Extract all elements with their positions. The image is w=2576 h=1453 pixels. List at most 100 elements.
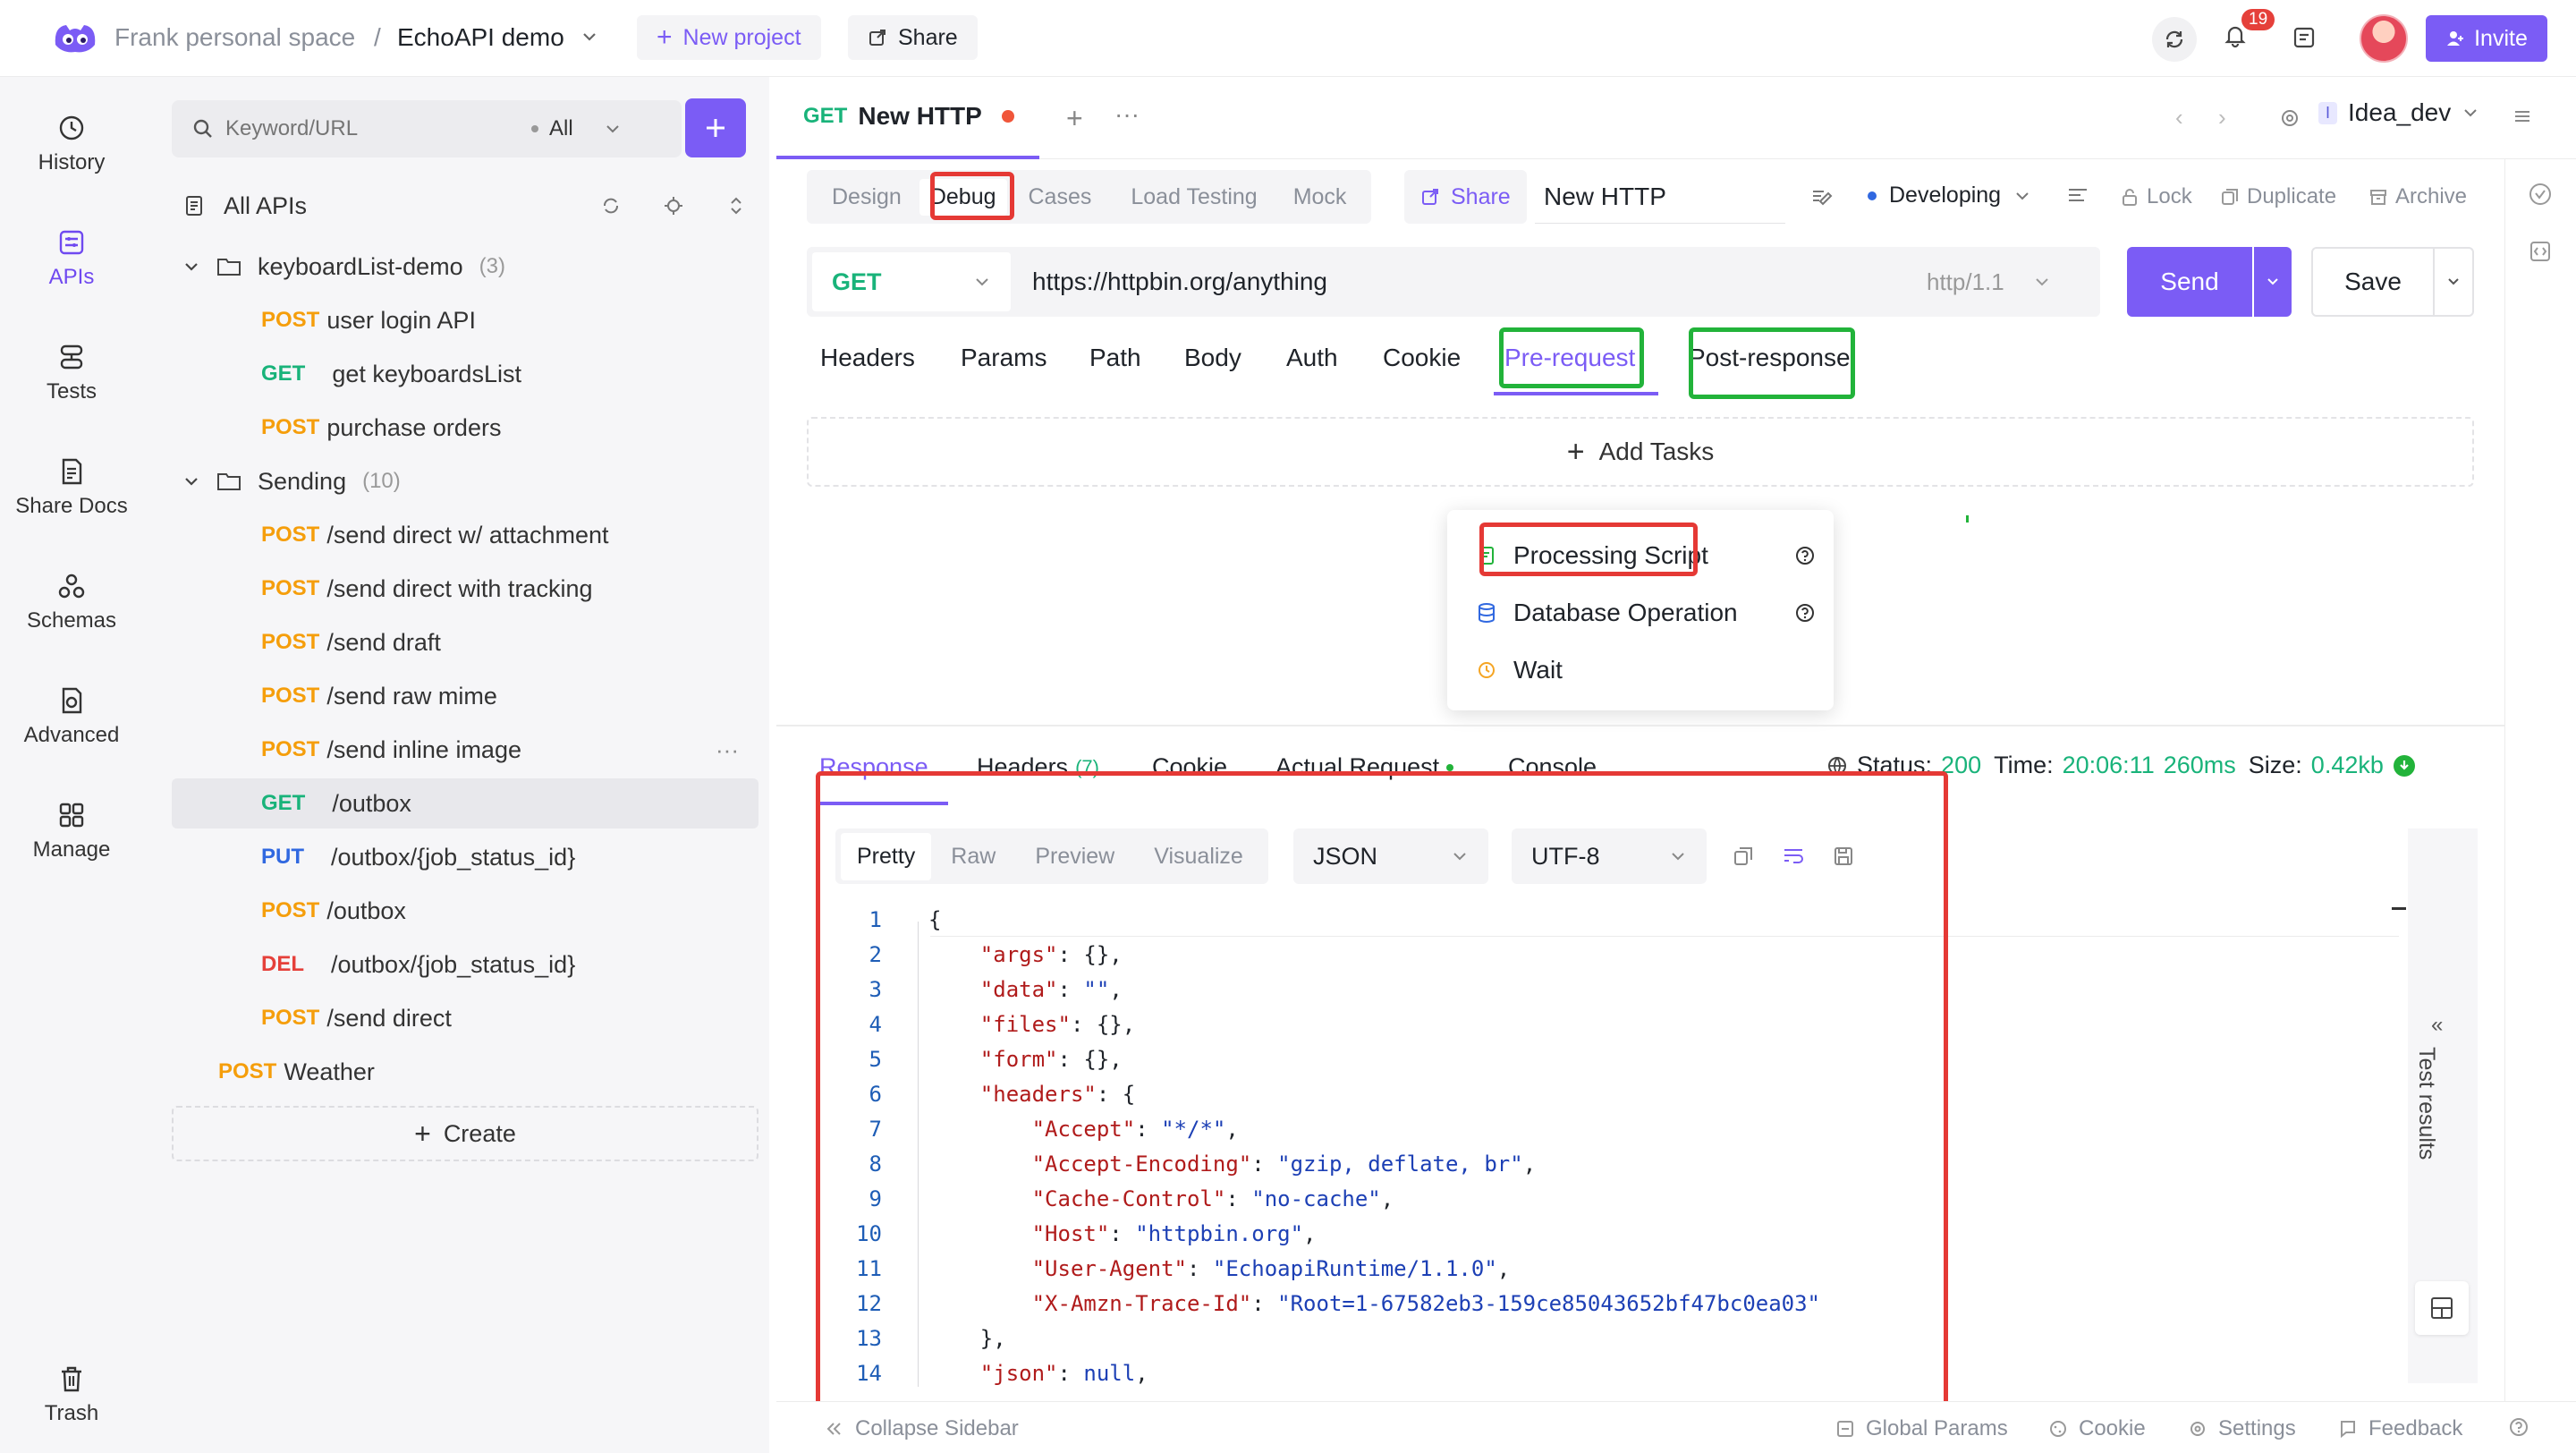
api-item[interactable]: POST/outbox [172,886,758,936]
folder-row[interactable]: Sending (10) [172,456,758,506]
environment-select[interactable]: I Idea_dev [2318,98,2479,127]
more-icon[interactable]: ··· [716,736,739,764]
chevron-down-icon[interactable] [604,120,622,138]
chevron-down-icon[interactable] [2033,273,2051,291]
project-name[interactable]: EchoAPI demo [397,23,564,52]
share-project-button[interactable]: Share [848,15,978,60]
api-item[interactable]: PUT/outbox/{job_status_id} [172,832,758,882]
request-name-field[interactable]: New HTTP [1535,170,1785,224]
tab-mock[interactable]: Mock [1275,184,1365,210]
request-tab[interactable]: GET New HTTP [776,77,1039,159]
workspace-name[interactable]: Frank personal space [114,23,355,52]
expand-left-icon[interactable]: « [2431,1013,2443,1038]
send-button[interactable]: Send [2127,247,2252,317]
save-button[interactable]: Save [2311,247,2435,317]
locate-icon[interactable] [664,196,683,216]
rail-trash[interactable]: Trash [0,1346,143,1444]
tab-body[interactable]: Body [1184,344,1241,372]
archive-button[interactable]: Archive [2368,184,2467,209]
status-select[interactable]: Developing [1868,183,2031,208]
notifications-button[interactable]: 19 [2222,9,2275,57]
rail-share-docs[interactable]: Share Docs [0,438,143,537]
test-results-label[interactable]: Test results [2413,1047,2439,1160]
menu-item-database-operation[interactable]: Database Operation [1476,591,1816,635]
env-settings-icon[interactable] [2279,107,2301,129]
tab-cases[interactable]: Cases [1007,184,1114,210]
search-input[interactable] [225,116,521,141]
api-item[interactable]: POST/send direct with tracking [172,564,758,614]
api-item[interactable]: POST user login API [172,295,758,345]
lock-button[interactable]: Lock [2120,184,2192,209]
refresh-icon[interactable] [601,196,621,216]
new-project-button[interactable]: + New project [637,15,821,60]
rail-advanced[interactable]: Advanced [0,667,143,766]
align-icon[interactable] [2066,184,2089,208]
api-item[interactable]: POST/send draft [172,617,758,667]
add-tab-icon[interactable]: + [1066,102,1083,135]
rail-history[interactable]: History [0,95,143,193]
tab-headers[interactable]: Headers [820,344,915,372]
expand-collapse-icon[interactable] [726,196,746,216]
all-apis-row[interactable]: All APIs [172,181,758,231]
help-icon[interactable] [2508,1416,2529,1438]
tab-path[interactable]: Path [1089,344,1141,372]
menu-icon[interactable] [2512,106,2533,127]
help-icon[interactable] [1794,602,1816,624]
collapse-sidebar-button[interactable]: Collapse Sidebar [825,1416,1019,1441]
chevron-down-icon[interactable] [182,258,200,276]
avatar[interactable] [2360,14,2408,63]
tab-prev-icon[interactable]: ‹ [2175,104,2183,132]
api-item[interactable]: POST/send direct w/ attachment [172,510,758,560]
api-item[interactable]: POST purchase orders [172,403,758,453]
rail-manage[interactable]: Manage [0,782,143,880]
global-params-button[interactable]: Global Params [1835,1416,2008,1441]
tab-params[interactable]: Params [961,344,1046,372]
tab-auth[interactable]: Auth [1286,344,1338,372]
api-item[interactable]: POST/send direct [172,993,758,1043]
feedback-button[interactable]: Feedback [2338,1416,2462,1441]
tab-load-testing[interactable]: Load Testing [1113,184,1275,210]
add-tasks-button[interactable]: + Add Tasks [807,417,2474,487]
settings-button[interactable]: Settings [2188,1416,2296,1441]
sync-button[interactable] [2152,17,2197,62]
api-item[interactable]: DEL/outbox/{job_status_id} [172,939,758,990]
edit-description-icon[interactable] [1810,184,1834,208]
chevron-down-icon[interactable] [580,27,599,47]
api-item[interactable]: POST Weather [172,1047,758,1097]
api-item[interactable]: GET get keyboardsList [172,349,758,399]
send-options-button[interactable] [2254,247,2292,317]
echoapi-logo-icon[interactable] [48,18,102,57]
notes-icon[interactable] [2292,25,2317,50]
cookie-button[interactable]: Cookie [2048,1416,2146,1441]
layout-toggle-button[interactable] [2415,1281,2469,1335]
code-snippet-icon[interactable] [2527,238,2554,265]
tab-cookie[interactable]: Cookie [1383,344,1461,372]
validate-icon[interactable] [2527,181,2554,208]
rail-apis[interactable]: APIs [0,209,143,308]
help-icon[interactable] [1794,545,1816,566]
chevron-down-icon[interactable] [182,472,200,490]
invite-button[interactable]: Invite [2426,15,2547,62]
more-tabs-icon[interactable]: ··· [1114,100,1140,129]
rail-tests[interactable]: Tests [0,324,143,422]
protocol-select[interactable]: http/1.1 [1927,268,2004,296]
sync-icon [2163,28,2186,51]
add-api-button[interactable] [685,98,746,157]
api-item[interactable]: POST/send raw mime [172,671,758,721]
api-item-selected[interactable]: GET/outbox [172,778,758,828]
url-input[interactable]: https://httpbin.org/anything [1032,268,1927,296]
duplicate-button[interactable]: Duplicate [2220,184,2336,209]
filter-select[interactable]: All [549,116,573,141]
tab-next-icon[interactable]: › [2218,104,2226,132]
rail-schemas[interactable]: Schemas [0,553,143,651]
create-button[interactable]: + Create [172,1106,758,1161]
cookie-icon [2048,1419,2068,1439]
tab-design[interactable]: Design [814,184,919,210]
api-item[interactable]: POST/send inline image ··· [172,725,758,775]
search-box[interactable]: All [172,100,682,157]
save-options-button[interactable] [2433,247,2474,317]
folder-row[interactable]: keyboardList-demo (3) [172,242,758,292]
menu-item-wait[interactable]: Wait [1476,648,1816,693]
method-select[interactable]: GET [812,252,1011,311]
share-request-button[interactable]: Share [1404,170,1527,224]
